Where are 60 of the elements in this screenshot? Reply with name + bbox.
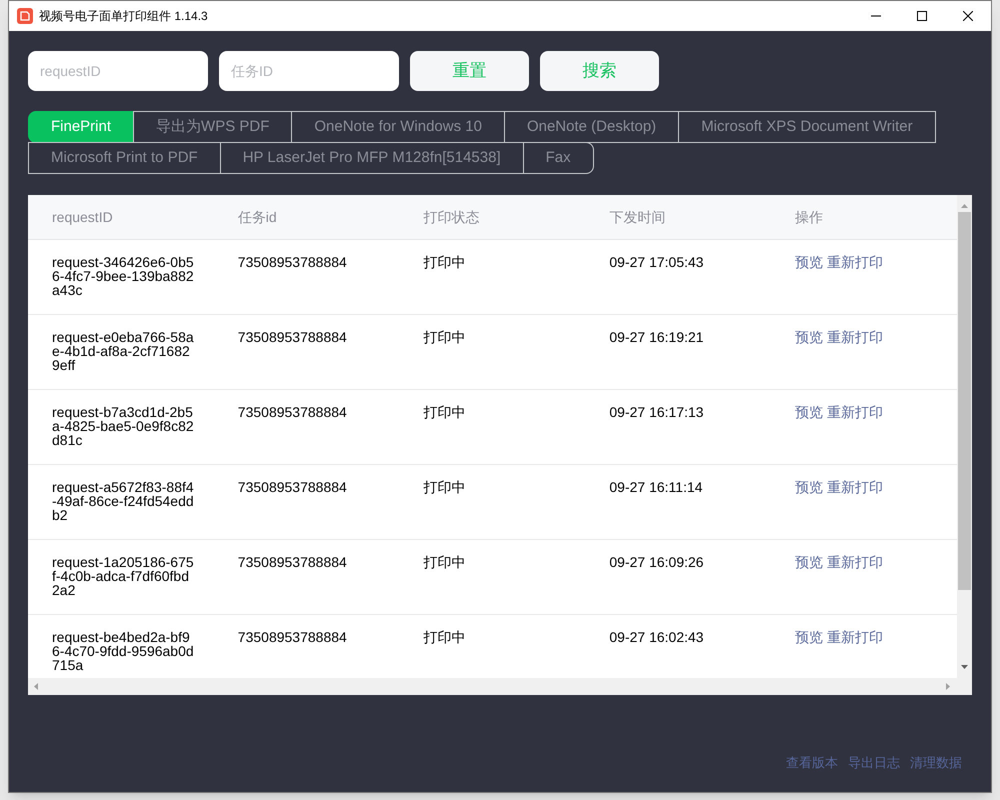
footer-link[interactable]: 查看版本 — [786, 752, 838, 772]
table-cell-text: 73508953788884 — [238, 405, 348, 419]
table-cell-text: 09-27 17:05:43 — [609, 255, 705, 269]
table-cell: request-1a205186-675f-4c0b-adca-f7df60fbd2a2 — [52, 555, 194, 597]
search-button[interactable]: 搜索 — [540, 51, 659, 91]
search-field[interactable]: requestID — [28, 51, 208, 91]
preview-link[interactable]: 预览 — [795, 255, 824, 269]
table-cell-text: 09-27 16:17:13 — [609, 405, 705, 419]
table-cell-text: 打印中 — [424, 330, 467, 344]
printer-tab[interactable]: Fax — [522, 142, 594, 174]
printer-tab[interactable]: 导出为WPS PDF — [133, 111, 292, 143]
preview-link[interactable]: 预览 — [795, 405, 824, 419]
table-cell: request-b7a3cd1d-2b5a-4825-bae5-0e9f8c82d81c — [52, 405, 194, 447]
window-title: 视频号电子面单打印组件 1.14.3 — [39, 8, 208, 25]
table-cell-text: 打印中 — [424, 255, 467, 269]
footer-link[interactable]: 导出日志 — [848, 752, 900, 772]
reprint-link[interactable]: 重新打印 — [827, 330, 884, 344]
table-cell: request-e0eba766-58ae-4b1d-af8a-2cf716829eff — [52, 330, 194, 372]
table-cell-text: 09-27 16:19:21 — [609, 330, 705, 344]
app-logo-icon — [17, 8, 33, 24]
table-cell-text: 打印中 — [424, 480, 467, 494]
preview-link[interactable]: 预览 — [795, 480, 824, 494]
printer-tab[interactable]: OneNote (Desktop) — [504, 111, 680, 143]
printer-tab[interactable]: FinePrint — [28, 111, 134, 143]
printer-tab[interactable]: Microsoft XPS Document Writer — [678, 111, 936, 143]
table-cell-text: 09-27 16:09:26 — [609, 555, 705, 569]
table-cell-text: 09-27 16:02:43 — [609, 630, 705, 644]
table-cell-text: 打印中 — [424, 630, 467, 644]
reprint-link[interactable]: 重新打印 — [827, 555, 884, 569]
column-header: 打印状态 — [422, 208, 481, 226]
vertical-scrollbar[interactable] — [957, 195, 972, 678]
reprint-link[interactable]: 重新打印 — [827, 480, 884, 494]
maximize-icon — [917, 11, 927, 21]
table-cell-text: 73508953788884 — [238, 480, 348, 494]
reprint-link[interactable]: 重新打印 — [827, 255, 884, 269]
column-header: 任务id — [236, 208, 278, 226]
column-header: requestID — [51, 208, 114, 227]
table-cell: request-be4bed2a-bf96-4c70-9fdd-9596ab0d715a — [52, 630, 194, 672]
table-cell-text: 73508953788884 — [238, 255, 348, 269]
reprint-link[interactable]: 重新打印 — [827, 405, 884, 419]
table-cell: request-346426e6-0b56-4fc7-9bee-139ba882a43c — [52, 255, 194, 297]
table-cell-text: 打印中 — [424, 405, 467, 419]
table-cell: request-a5672f83-88f4-49af-86ce-f24fd54eddb2 — [52, 480, 194, 522]
footer-link[interactable]: 清理数据 — [910, 752, 962, 772]
table-cell-text: 73508953788884 — [238, 555, 348, 569]
preview-link[interactable]: 预览 — [795, 330, 824, 344]
preview-link[interactable]: 预览 — [795, 555, 824, 569]
printer-tab[interactable]: Microsoft Print to PDF — [28, 142, 221, 174]
column-header: 操作 — [794, 208, 824, 226]
column-header: 下发时间 — [608, 208, 666, 226]
table-cell-text: 73508953788884 — [238, 630, 348, 644]
reprint-link[interactable]: 重新打印 — [827, 630, 884, 644]
reset-button[interactable]: 重置 — [410, 51, 529, 91]
horizontal-scrollbar[interactable] — [28, 678, 972, 695]
close-icon — [963, 11, 973, 21]
table-cell-text: 73508953788884 — [238, 330, 348, 344]
preview-link[interactable]: 预览 — [795, 630, 824, 644]
table-cell-text: 09-27 16:11:14 — [609, 480, 704, 494]
table-cell-text: 打印中 — [424, 555, 467, 569]
search-field[interactable]: 任务ID — [219, 51, 399, 91]
